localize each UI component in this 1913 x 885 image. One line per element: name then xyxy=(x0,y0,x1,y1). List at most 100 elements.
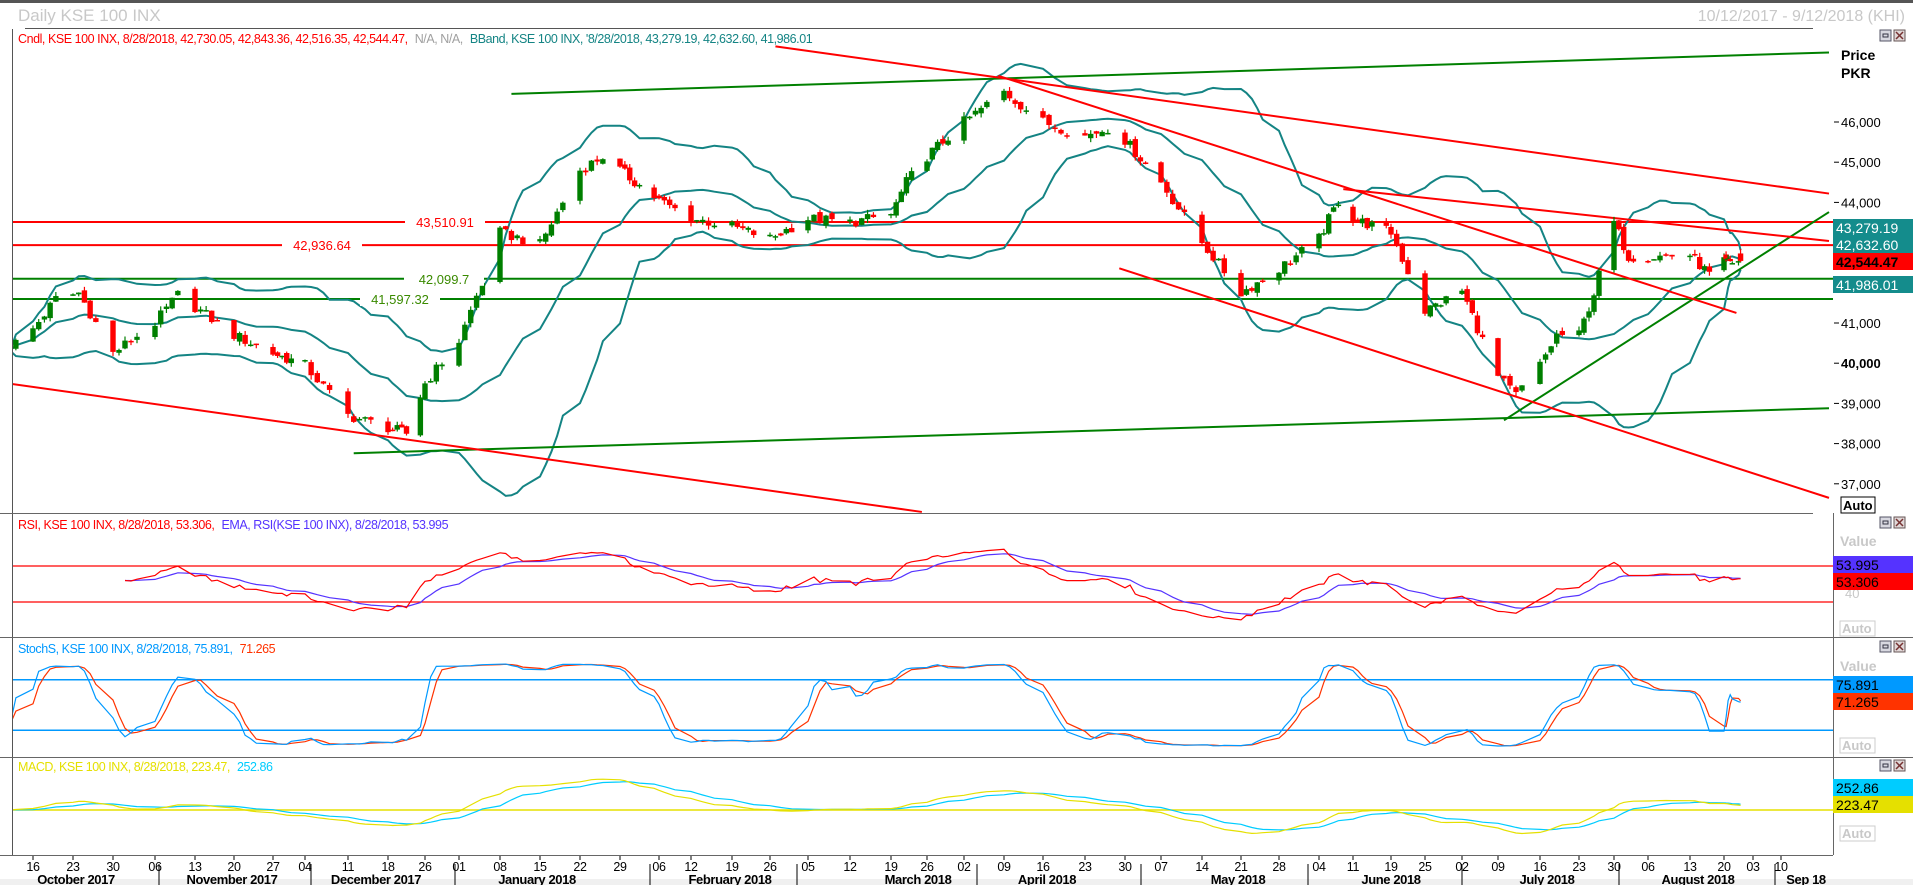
trendline[interactable] xyxy=(10,383,922,513)
candle[interactable] xyxy=(1088,130,1094,143)
trendline[interactable] xyxy=(511,51,1830,95)
candle[interactable] xyxy=(345,388,351,418)
candle[interactable] xyxy=(1175,201,1182,211)
candle[interactable] xyxy=(1657,251,1663,263)
candle[interactable] xyxy=(1596,267,1602,299)
close-panel-button[interactable] xyxy=(1893,759,1906,772)
candle[interactable] xyxy=(1199,211,1205,247)
candle[interactable] xyxy=(1513,385,1519,397)
candle[interactable] xyxy=(1459,288,1465,295)
candle[interactable] xyxy=(1012,98,1018,108)
candle[interactable] xyxy=(163,303,170,313)
candle[interactable] xyxy=(740,222,746,231)
candle[interactable] xyxy=(934,139,941,152)
close-panel-button[interactable] xyxy=(1893,640,1906,653)
candle[interactable] xyxy=(1023,106,1029,115)
candle[interactable] xyxy=(1355,217,1361,222)
candle[interactable] xyxy=(1316,232,1322,253)
candle[interactable] xyxy=(929,147,935,161)
candle[interactable] xyxy=(473,292,480,311)
candle[interactable] xyxy=(308,359,314,380)
candle[interactable] xyxy=(945,136,951,146)
close-panel-button[interactable] xyxy=(1893,29,1906,42)
candle[interactable] xyxy=(548,221,555,238)
candle[interactable] xyxy=(972,107,979,117)
candle[interactable] xyxy=(1326,212,1332,235)
candle[interactable] xyxy=(128,339,134,346)
candle[interactable] xyxy=(427,378,434,383)
candle[interactable] xyxy=(617,158,623,168)
candle[interactable] xyxy=(1663,252,1669,257)
candle[interactable] xyxy=(253,343,259,349)
candle[interactable] xyxy=(70,293,76,296)
candle[interactable] xyxy=(767,232,773,238)
candle[interactable] xyxy=(1216,257,1222,261)
candle[interactable] xyxy=(1586,307,1592,322)
candle[interactable] xyxy=(1276,271,1282,285)
candle[interactable] xyxy=(439,362,445,370)
candle[interactable] xyxy=(1238,269,1244,297)
candle[interactable] xyxy=(1651,259,1657,261)
candle[interactable] xyxy=(1399,242,1406,264)
candle[interactable] xyxy=(1210,246,1216,263)
candle[interactable] xyxy=(1221,254,1227,277)
candle[interactable] xyxy=(636,183,643,189)
candle[interactable] xyxy=(320,381,327,385)
candle[interactable] xyxy=(394,421,400,432)
candle[interactable] xyxy=(1625,249,1632,263)
candle[interactable] xyxy=(734,219,741,229)
candle[interactable] xyxy=(672,203,678,212)
candle[interactable] xyxy=(1364,217,1370,231)
candle[interactable] xyxy=(314,370,320,384)
candle[interactable] xyxy=(1548,345,1554,356)
candle[interactable] xyxy=(385,417,391,435)
candle[interactable] xyxy=(53,291,59,302)
candle[interactable] xyxy=(1127,139,1133,149)
candle[interactable] xyxy=(1137,155,1144,166)
candle[interactable] xyxy=(1464,285,1470,305)
candle[interactable] xyxy=(583,167,589,176)
candle[interactable] xyxy=(242,330,248,347)
candle[interactable] xyxy=(36,319,42,331)
candle[interactable] xyxy=(789,223,795,233)
candle[interactable] xyxy=(631,177,638,188)
candle[interactable] xyxy=(600,158,606,165)
candle[interactable] xyxy=(192,286,198,314)
candle[interactable] xyxy=(422,381,428,401)
candle[interactable] xyxy=(1737,248,1744,263)
candle[interactable] xyxy=(456,338,462,368)
candle[interactable] xyxy=(1142,161,1149,165)
candle[interactable] xyxy=(122,336,128,350)
candle[interactable] xyxy=(537,235,543,244)
candle[interactable] xyxy=(1018,101,1024,114)
candle[interactable] xyxy=(745,226,751,233)
candle[interactable] xyxy=(1495,337,1501,377)
candle[interactable] xyxy=(588,160,595,172)
candle[interactable] xyxy=(1287,260,1294,266)
candle[interactable] xyxy=(805,216,811,234)
candle[interactable] xyxy=(1249,286,1255,293)
candle[interactable] xyxy=(248,340,254,347)
candle[interactable] xyxy=(577,167,583,205)
candle[interactable] xyxy=(1243,285,1250,296)
candle[interactable] xyxy=(1158,161,1164,183)
candle[interactable] xyxy=(76,292,82,297)
candle[interactable] xyxy=(778,232,784,237)
candle[interactable] xyxy=(1254,282,1260,297)
candle[interactable] xyxy=(666,196,673,209)
price-plot[interactable]: 43,510.91 42,936.64 42,099.7 41,597.32 xyxy=(7,45,1833,513)
candle[interactable] xyxy=(1706,263,1713,276)
candle[interactable] xyxy=(1427,305,1433,318)
candle[interactable] xyxy=(1507,373,1513,390)
candle[interactable] xyxy=(110,320,116,356)
candle[interactable] xyxy=(1164,179,1170,197)
candle[interactable] xyxy=(403,425,410,436)
candle[interactable] xyxy=(888,213,894,219)
trendline[interactable] xyxy=(353,407,1830,455)
candle[interactable] xyxy=(1321,228,1327,236)
candle[interactable] xyxy=(967,115,973,120)
candle[interactable] xyxy=(543,232,549,245)
candle[interactable] xyxy=(152,322,158,340)
candle[interactable] xyxy=(231,319,237,341)
candle[interactable] xyxy=(326,382,333,394)
